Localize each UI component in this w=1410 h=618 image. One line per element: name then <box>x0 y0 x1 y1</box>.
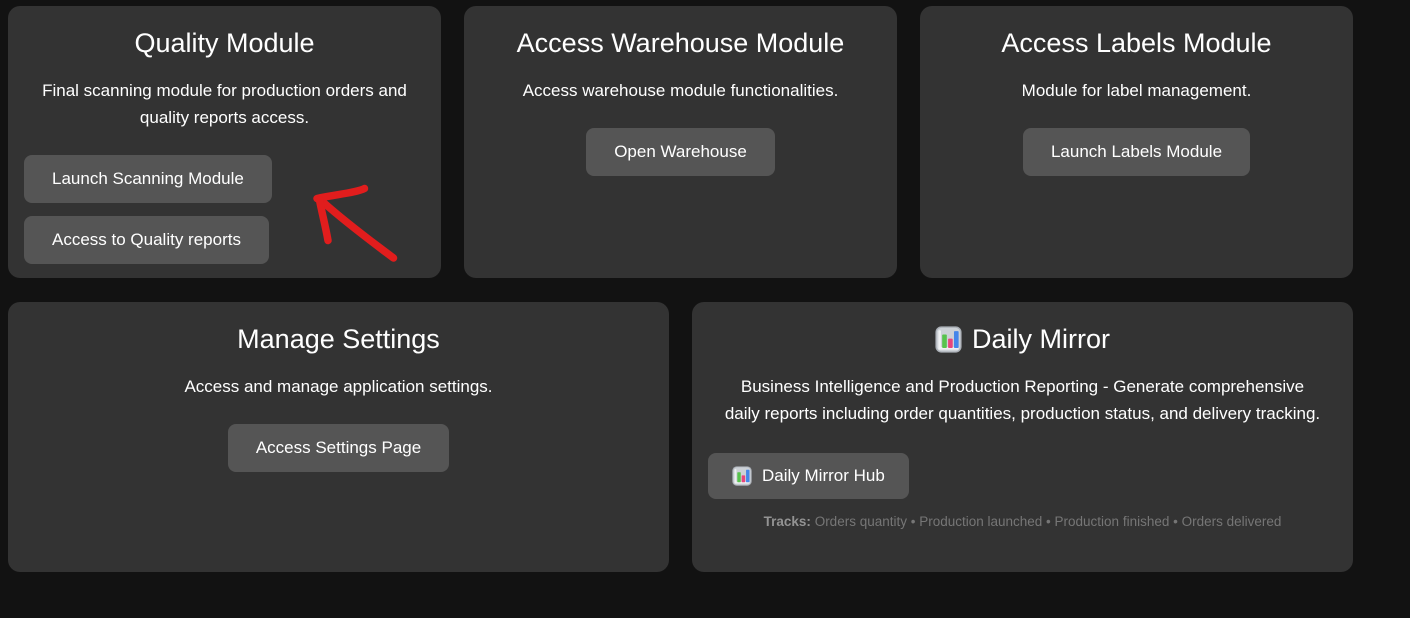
bar-chart-icon <box>935 326 962 353</box>
tracks-label: Tracks: <box>764 514 811 529</box>
access-quality-reports-button[interactable]: Access to Quality reports <box>24 216 269 264</box>
card-description: Access and manage application settings. <box>24 373 653 400</box>
warehouse-module-actions: Open Warehouse <box>480 128 881 176</box>
tracks-footer: Tracks: Orders quantity • Production lau… <box>708 514 1337 529</box>
card-title-text: Daily Mirror <box>972 324 1110 355</box>
launch-scanning-module-button[interactable]: Launch Scanning Module <box>24 155 272 203</box>
module-dashboard: Quality Module Final scanning module for… <box>0 0 1410 618</box>
card-labels-module: Access Labels Module Module for label ma… <box>920 6 1353 278</box>
launch-labels-module-button[interactable]: Launch Labels Module <box>1023 128 1250 176</box>
quality-module-actions: Launch Scanning Module Access to Quality… <box>24 155 425 264</box>
tracks-items: Orders quantity • Production launched • … <box>815 514 1282 529</box>
card-description: Business Intelligence and Production Rep… <box>723 373 1323 427</box>
card-daily-mirror: Daily Mirror Business Intelligence and P… <box>692 302 1353 572</box>
card-title: Quality Module <box>24 28 425 59</box>
card-description: Access warehouse module functionalities. <box>480 77 881 104</box>
card-title: Access Labels Module <box>936 28 1337 59</box>
card-quality-module: Quality Module Final scanning module for… <box>8 6 441 278</box>
dashboard-row-top: Quality Module Final scanning module for… <box>8 6 1353 278</box>
card-warehouse-module: Access Warehouse Module Access warehouse… <box>464 6 897 278</box>
card-title: Access Warehouse Module <box>480 28 881 59</box>
card-title: Daily Mirror <box>708 324 1337 355</box>
open-warehouse-button[interactable]: Open Warehouse <box>586 128 775 176</box>
access-settings-page-button[interactable]: Access Settings Page <box>228 424 449 472</box>
daily-mirror-hub-button[interactable]: Daily Mirror Hub <box>708 453 909 499</box>
card-manage-settings: Manage Settings Access and manage applic… <box>8 302 669 572</box>
daily-mirror-hub-label: Daily Mirror Hub <box>762 466 885 486</box>
settings-actions: Access Settings Page <box>24 424 653 472</box>
daily-mirror-actions: Daily Mirror Hub <box>708 453 1337 499</box>
dashboard-row-bottom: Manage Settings Access and manage applic… <box>8 302 1353 572</box>
labels-module-actions: Launch Labels Module <box>936 128 1337 176</box>
card-title: Manage Settings <box>24 324 653 355</box>
card-description: Final scanning module for production ord… <box>24 77 425 131</box>
card-description: Module for label management. <box>936 77 1337 104</box>
bar-chart-icon <box>732 466 752 486</box>
